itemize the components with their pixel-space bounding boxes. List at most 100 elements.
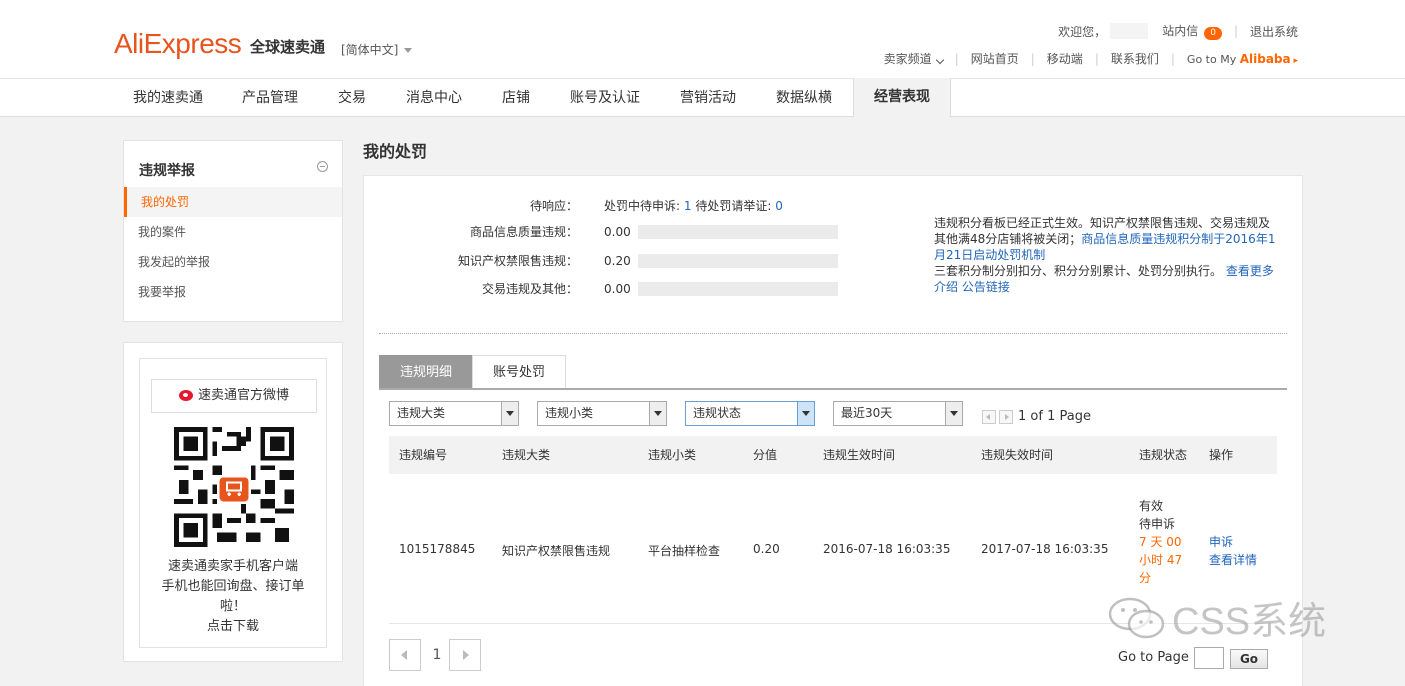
qr-code-icon[interactable] <box>174 427 294 547</box>
stat-value: 0.00 <box>604 224 631 239</box>
page-info: 1 of 1 Page <box>1018 409 1091 424</box>
aliexpress-logo[interactable]: AliExpress <box>114 28 242 60</box>
nav-my-aliexpress[interactable]: 我的速卖通 <box>133 79 203 117</box>
watermark: CSS系统 <box>1108 590 1326 645</box>
status-pending: 待申诉 <box>1139 517 1176 531</box>
pending-label: 待响应： <box>529 199 578 213</box>
stat-label: 商品信息质量违规： <box>469 225 578 239</box>
download-link[interactable]: 点击下载 <box>140 617 326 637</box>
evidence-count-link[interactable]: 0 <box>775 199 783 213</box>
countdown-line: 分 <box>1139 571 1152 585</box>
goto-alibaba-link[interactable]: Go to My Alibaba ▸ <box>1187 52 1298 66</box>
tab-violation-detail[interactable]: 违规明细 <box>379 355 474 388</box>
col-start: 违规生效时间 <box>823 448 896 462</box>
prev-page-icon[interactable] <box>982 409 996 424</box>
col-status: 违规状态 <box>1139 448 1188 462</box>
sidebar-item-my-penalty[interactable]: 我的处罚 <box>124 187 342 217</box>
cell-end: 2017-07-18 16:03:35 <box>981 542 1109 556</box>
announcement-link[interactable]: 公告链接 <box>962 280 1010 294</box>
contact-link[interactable]: 联系我们 <box>1111 50 1159 67</box>
appeal-link[interactable]: 申诉 <box>1209 533 1257 551</box>
stat-value: 0.00 <box>604 281 631 296</box>
page-title: 我的处罚 <box>363 142 428 161</box>
stat-label: 知识产权禁限售违规： <box>457 254 578 268</box>
main-nav: 我的速卖通 产品管理 交易 消息中心 店铺 账号及认证 营销活动 数据纵横 经营… <box>0 78 1405 117</box>
promo-text: 速卖通卖家手机客户端 手机也能回询盘、接订单 啦！ 点击下载 <box>140 557 326 637</box>
sidebar-title: 违规举报 <box>139 163 195 179</box>
caret-down-icon <box>404 48 413 53</box>
goto-page-input[interactable] <box>1194 647 1224 669</box>
select-value: 违规状态 <box>693 406 742 420</box>
period-select[interactable]: 最近30天 <box>833 401 963 426</box>
subcategory-select[interactable]: 违规小类 <box>537 401 667 426</box>
weibo-button[interactable]: 速卖通官方微博 <box>151 379 317 413</box>
top-header: AliExpress 全球速卖通 [简体中文] 欢迎您， 站内信 0 | 退出系统… <box>0 0 1405 78</box>
wechat-icon <box>1108 597 1165 638</box>
cell-start: 2016-07-18 16:03:35 <box>823 542 951 556</box>
seller-channel-link[interactable]: 卖家频道 <box>883 50 944 67</box>
appeal-count-link[interactable]: 1 <box>684 199 692 213</box>
nav-messages[interactable]: 消息中心 <box>406 79 462 117</box>
stat-bar <box>638 253 838 268</box>
nav-store[interactable]: 店铺 <box>502 79 530 117</box>
prev-page-button[interactable] <box>389 639 421 671</box>
divider: | <box>1094 51 1099 66</box>
stat-bar <box>638 281 838 296</box>
select-value: 最近30天 <box>841 406 893 420</box>
homepage-link[interactable]: 网站首页 <box>971 50 1019 67</box>
nav-performance[interactable]: 经营表现 <box>853 78 951 117</box>
goto-page-label: Go to Page <box>1118 650 1189 665</box>
dropdown-arrow-icon <box>945 402 962 425</box>
top-pager: 1 of 1 Page <box>982 409 1091 424</box>
col-subcategory: 违规小类 <box>648 448 697 462</box>
nav-orders[interactable]: 交易 <box>338 79 366 117</box>
chevron-down-icon <box>935 55 944 65</box>
arrow-right-icon: ▸ <box>1290 55 1298 66</box>
view-detail-link[interactable]: 查看详情 <box>1209 551 1257 569</box>
sidebar-item-my-reports[interactable]: 我发起的举报 <box>124 247 342 277</box>
stat-value: 0.20 <box>604 253 631 268</box>
user-bar: 欢迎您， 站内信 0 | 退出系统 <box>1058 22 1298 40</box>
stat-row: 商品信息质量违规： 0.00 <box>364 223 838 240</box>
nav-data[interactable]: 数据纵横 <box>776 79 832 117</box>
cell-actions: 申诉 查看详情 <box>1209 533 1257 569</box>
stat-row: 交易违规及其他： 0.00 <box>364 280 838 297</box>
mobile-link[interactable]: 移动端 <box>1047 50 1083 67</box>
sidebar-item-my-cases[interactable]: 我的案件 <box>124 217 342 247</box>
sidebar-item-report[interactable]: 我要举报 <box>124 277 342 307</box>
goto-prefix: Go to My <box>1186 52 1237 66</box>
countdown-line: 7 天 00 <box>1139 535 1182 549</box>
inbox-link[interactable]: 站内信 0 <box>1162 22 1222 40</box>
inbox-count-badge: 0 <box>1204 27 1222 40</box>
seller-channel-label: 卖家频道 <box>883 52 932 66</box>
go-button[interactable]: Go <box>1230 649 1268 669</box>
divider: | <box>1030 51 1035 66</box>
evidence-text: 待处罚请举证: <box>695 199 772 213</box>
nav-account[interactable]: 账号及认证 <box>570 79 640 117</box>
status-select[interactable]: 违规状态 <box>685 401 815 426</box>
cell-status: 有效 待申诉 7 天 00 小时 47 分 <box>1139 497 1199 587</box>
watermark-text: CSS系统 <box>1172 601 1327 643</box>
nav-products[interactable]: 产品管理 <box>242 79 298 117</box>
category-select[interactable]: 违规大类 <box>389 401 519 426</box>
weibo-icon <box>178 390 193 401</box>
logout-link[interactable]: 退出系统 <box>1250 23 1298 40</box>
welcome-text: 欢迎您， <box>1058 24 1107 39</box>
language-select[interactable]: [简体中文] <box>341 41 413 58</box>
col-actions: 操作 <box>1209 448 1234 462</box>
notice-part: 三套积分制分别扣分、积分分别累计、处罚分别执行。 <box>934 264 1223 278</box>
tab-account-penalty[interactable]: 账号处罚 <box>472 355 567 388</box>
sidebar-menu: 违规举报 我的处罚 我的案件 我发起的举报 我要举报 <box>123 140 343 322</box>
col-id: 违规编号 <box>399 448 448 462</box>
cell-id: 1015178845 <box>399 542 476 556</box>
appeal-text: 处罚中待申诉: <box>604 199 681 213</box>
collapse-icon[interactable] <box>317 161 328 172</box>
page-number[interactable]: 1 <box>423 639 451 671</box>
select-value: 违规大类 <box>397 406 446 420</box>
nav-marketing[interactable]: 营销活动 <box>680 79 736 117</box>
dropdown-arrow-icon <box>501 402 518 425</box>
col-end: 违规失效时间 <box>981 448 1054 462</box>
next-page-button[interactable] <box>449 639 481 671</box>
next-page-icon[interactable] <box>999 409 1013 424</box>
col-score: 分值 <box>753 448 778 462</box>
